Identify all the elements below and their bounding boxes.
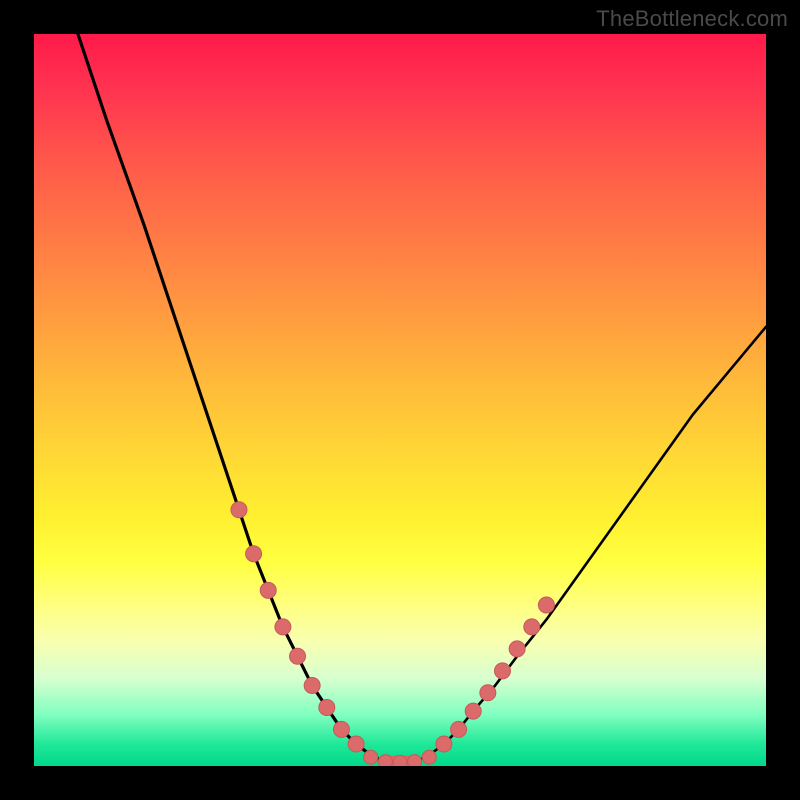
data-markers — [231, 502, 554, 766]
chart-frame: TheBottleneck.com — [0, 0, 800, 800]
chart-svg — [34, 34, 766, 766]
plot-area — [34, 34, 766, 766]
watermark-text: TheBottleneck.com — [596, 6, 788, 32]
curve-lines — [78, 34, 766, 762]
